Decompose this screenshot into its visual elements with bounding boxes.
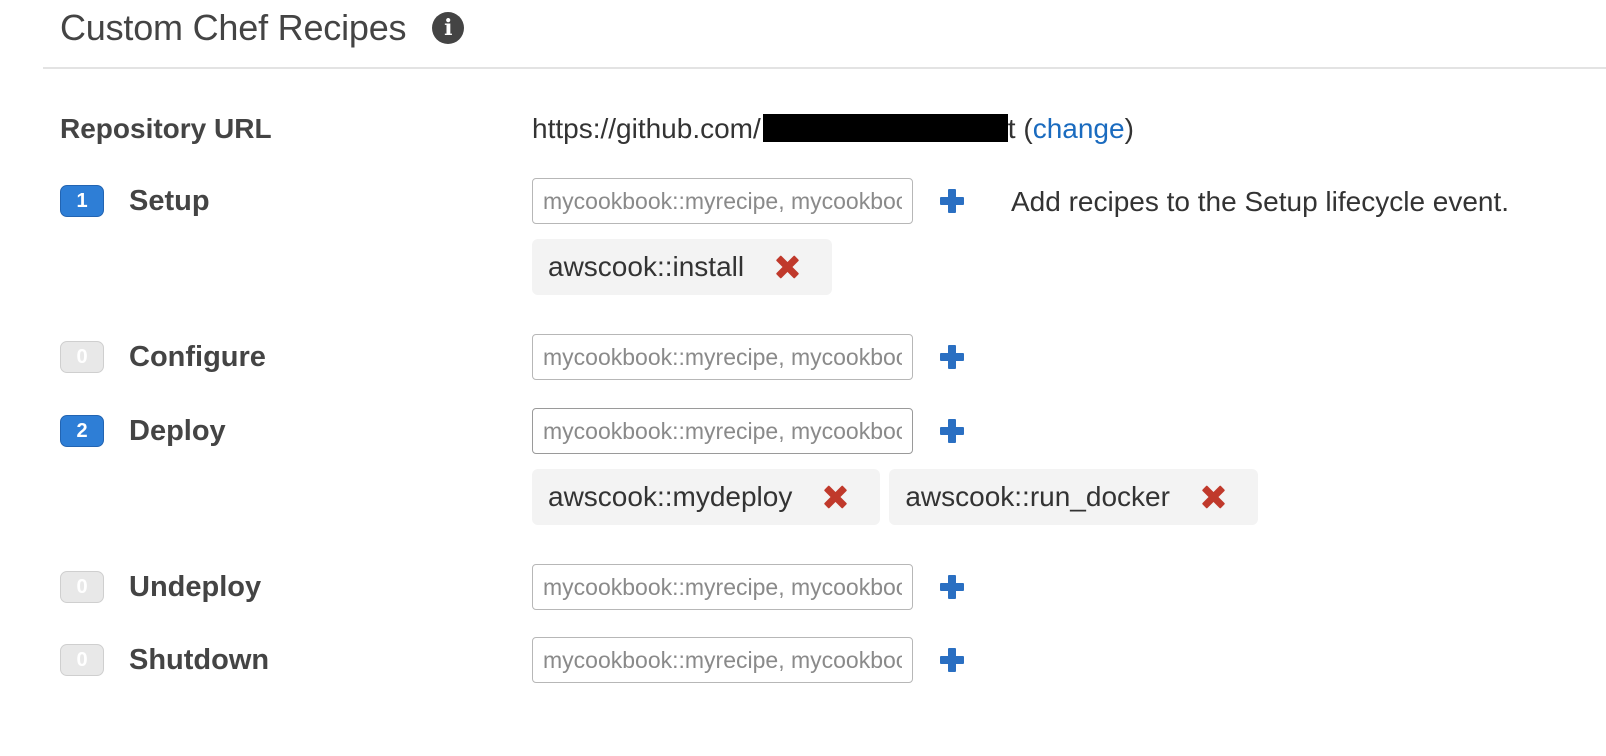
- stage-label-deploy: Deploy: [129, 415, 226, 447]
- stage-row-setup: 1 Setup Add recipes to the Setup lifecyc…: [0, 178, 1606, 226]
- redacted-block: [762, 114, 1008, 142]
- recipe-count-badge: 0: [60, 571, 104, 603]
- plus-icon[interactable]: [938, 573, 966, 601]
- stage-label-setup: Setup: [129, 185, 210, 217]
- open-paren: (: [1015, 113, 1033, 144]
- recipe-count-badge: 2: [60, 415, 104, 447]
- recipe-tag: awscook::mydeploy: [532, 469, 881, 525]
- stage-row-deploy: 2 Deploy: [0, 408, 1606, 456]
- recipe-tag-label: awscook::run_docker: [905, 481, 1170, 512]
- repository-url-value: https://github.com/t (change): [532, 113, 1134, 145]
- help-text: Add recipes to the Setup lifecycle event…: [1011, 186, 1510, 217]
- recipe-tag-label: awscook::mydeploy: [548, 481, 793, 512]
- setup-recipe-tags: awscook::install: [532, 239, 833, 295]
- close-paren: ): [1124, 113, 1134, 144]
- plus-icon[interactable]: [938, 417, 966, 445]
- section-header: Custom Chef Recipes i: [60, 0, 465, 56]
- stage-label-configure: Configure: [129, 341, 266, 373]
- undeploy-recipe-input[interactable]: [532, 564, 913, 610]
- stage-label-shutdown: Shutdown: [129, 644, 270, 676]
- change-link[interactable]: change: [1033, 113, 1125, 144]
- repository-url-prefix: https://github.com/: [532, 113, 761, 144]
- setup-recipe-input[interactable]: [532, 178, 913, 224]
- info-icon[interactable]: i: [432, 12, 465, 44]
- recipe-count-badge: 0: [60, 341, 104, 373]
- stage-row-undeploy: 0 Undeploy: [0, 564, 1606, 612]
- header-divider: [43, 67, 1606, 69]
- deploy-recipe-input[interactable]: [532, 408, 913, 454]
- recipe-tag-label: awscook::install: [548, 251, 745, 282]
- deploy-recipe-tags: awscook::mydeploy awscook::run_docker: [532, 469, 1258, 525]
- recipe-count-badge: 1: [60, 185, 104, 217]
- shutdown-recipe-input[interactable]: [532, 637, 913, 683]
- stage-row-shutdown: 0 Shutdown: [0, 637, 1606, 685]
- recipe-tag: awscook::install: [532, 239, 833, 295]
- remove-icon[interactable]: [1200, 484, 1226, 510]
- plus-icon[interactable]: [938, 646, 966, 674]
- stage-label-undeploy: Undeploy: [129, 571, 262, 603]
- configure-recipe-input[interactable]: [532, 334, 913, 380]
- page-title: Custom Chef Recipes: [60, 7, 407, 48]
- remove-icon[interactable]: [774, 254, 800, 280]
- stage-row-configure: 0 Configure: [0, 334, 1606, 382]
- recipe-tag: awscook::run_docker: [889, 469, 1258, 525]
- plus-icon[interactable]: [938, 343, 966, 371]
- repository-url-label: Repository URL: [60, 113, 272, 144]
- repository-url-suffix: t: [1007, 113, 1016, 144]
- plus-icon[interactable]: [938, 187, 966, 215]
- remove-icon[interactable]: [822, 484, 848, 510]
- recipe-count-badge: 0: [60, 644, 104, 676]
